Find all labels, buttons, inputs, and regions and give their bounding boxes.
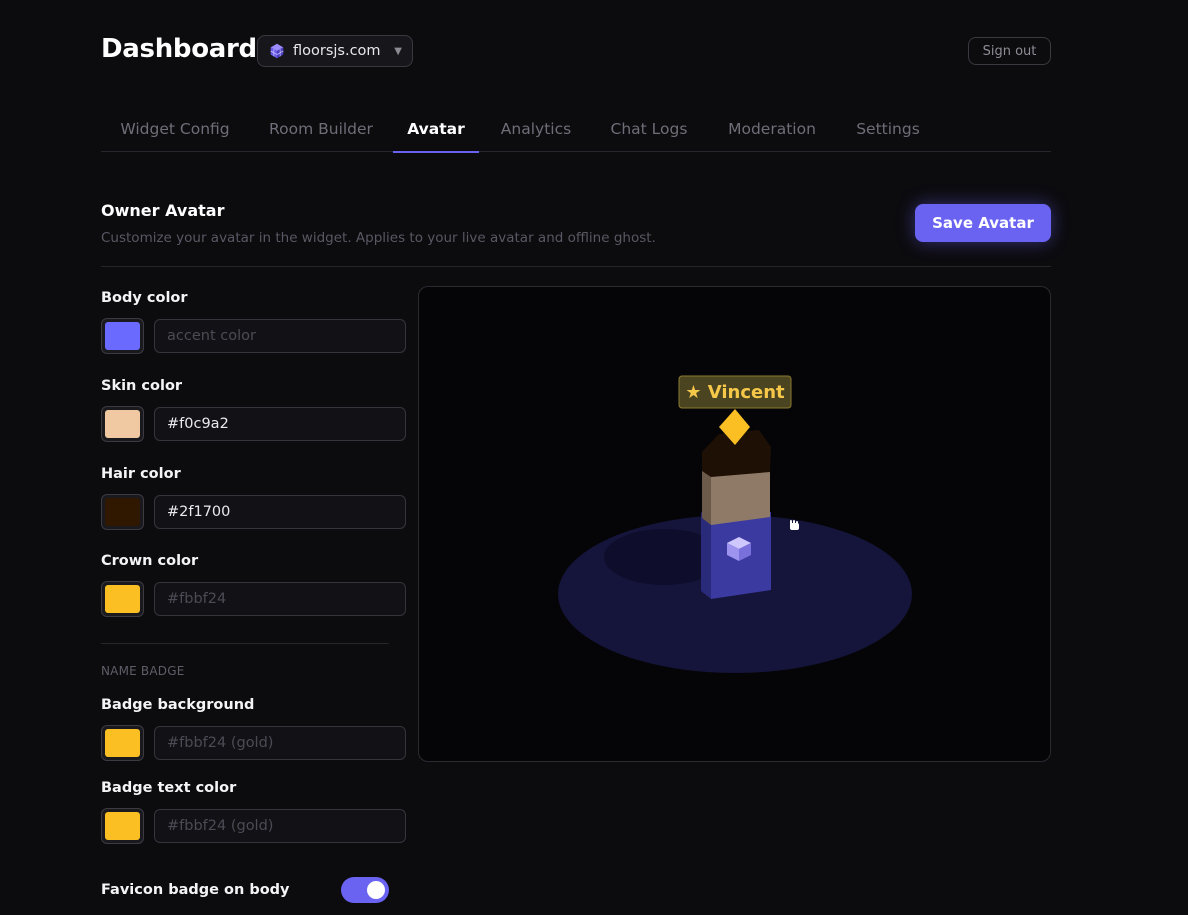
- tab-room-builder[interactable]: Room Builder: [254, 106, 388, 152]
- tab-widget-config[interactable]: Widget Config: [101, 106, 249, 152]
- skin-color-label: Skin color: [101, 378, 183, 394]
- body-color-swatch[interactable]: [101, 318, 144, 354]
- crown-color-label: Crown color: [101, 553, 199, 569]
- body-color-label: Body color: [101, 290, 188, 306]
- hand-cursor-icon: [790, 520, 799, 530]
- hair-color-input[interactable]: [154, 495, 406, 529]
- tab-moderation[interactable]: Moderation: [710, 106, 834, 152]
- badge-text-color-input[interactable]: [154, 809, 406, 843]
- sign-out-button[interactable]: Sign out: [968, 37, 1051, 65]
- toggle-knob: [367, 881, 385, 899]
- dashboard-page: Dashboard floorsjs.com ▼ Sign out Widget…: [101, 0, 1051, 915]
- badge-background-input[interactable]: [154, 726, 406, 760]
- site-name: floorsjs.com: [293, 43, 381, 59]
- site-selector[interactable]: floorsjs.com ▼: [257, 35, 413, 67]
- page-title: Dashboard: [101, 34, 257, 64]
- favicon-badge-toggle[interactable]: [341, 877, 389, 903]
- crown-color-swatch[interactable]: [101, 581, 144, 617]
- chevron-down-icon: ▼: [394, 45, 402, 57]
- tab-chat-logs[interactable]: Chat Logs: [593, 106, 705, 152]
- hair-color-label: Hair color: [101, 466, 181, 482]
- name-badge-text: ★ Vincent: [685, 382, 785, 403]
- crown-color-input[interactable]: [154, 582, 406, 616]
- tab-avatar[interactable]: Avatar: [393, 106, 479, 153]
- avatar-preview-scene: ★ Vincent: [558, 375, 912, 673]
- avatar-preview-canvas[interactable]: ★ Vincent: [418, 286, 1051, 762]
- avatar-body-side: [701, 512, 711, 599]
- skin-color-input[interactable]: [154, 407, 406, 441]
- tab-settings[interactable]: Settings: [839, 106, 937, 152]
- body-color-input[interactable]: [154, 319, 406, 353]
- save-avatar-button[interactable]: Save Avatar: [915, 204, 1051, 242]
- badge-background-label: Badge background: [101, 697, 255, 713]
- tab-bar: Widget Config Room Builder Avatar Analyt…: [101, 106, 1051, 153]
- badge-background-swatch[interactable]: [101, 725, 144, 761]
- favicon-badge-label: Favicon badge on body: [101, 882, 290, 898]
- badge-text-color-label: Badge text color: [101, 780, 237, 796]
- cube-logo-icon: [270, 43, 284, 59]
- divider: [101, 266, 1051, 267]
- hair-color-swatch[interactable]: [101, 494, 144, 530]
- section-title: Owner Avatar: [101, 201, 225, 220]
- section-description: Customize your avatar in the widget. App…: [101, 230, 656, 246]
- form-divider: [101, 643, 389, 644]
- badge-text-color-swatch[interactable]: [101, 808, 144, 844]
- skin-color-swatch[interactable]: [101, 406, 144, 442]
- name-badge-heading: NAME BADGE: [101, 664, 185, 678]
- tab-analytics[interactable]: Analytics: [484, 106, 588, 152]
